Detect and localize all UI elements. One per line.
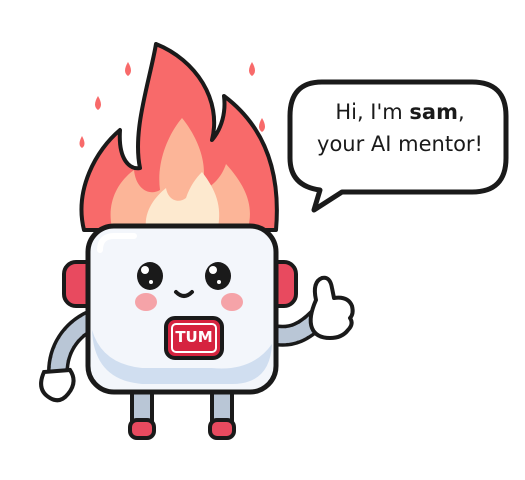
right-cheek: [221, 293, 243, 311]
drop-1: [125, 62, 131, 76]
flame-hair: [79, 42, 279, 232]
speech-line-2: your AI mentor!: [317, 132, 483, 156]
speech-line-1: Hi, I'm sam,: [300, 96, 500, 128]
greeting-text: Hi, I'm: [335, 100, 410, 124]
left-arm: [39, 309, 103, 403]
drop-2: [95, 96, 101, 110]
greeting-comma: ,: [457, 100, 465, 124]
robot-body: [85, 223, 279, 395]
mascot-illustration: [39, 42, 509, 440]
right-eye: [205, 262, 231, 290]
drop-4: [259, 118, 265, 132]
thumbs-up-hand: [308, 275, 355, 340]
left-cheek: [135, 293, 157, 311]
left-foot: [128, 418, 156, 440]
mentor-name: sam: [409, 100, 458, 124]
chest-logo-text: TUM: [175, 328, 213, 346]
left-eye: [137, 262, 163, 290]
drop-5: [79, 136, 85, 148]
illustration-canvas: Hi, I'm sam, your AI mentor! TUM: [0, 0, 525, 476]
right-foot: [208, 418, 236, 440]
left-hand: [39, 367, 76, 403]
speech-bubble-text: Hi, I'm sam, your AI mentor!: [300, 96, 500, 160]
drop-3: [249, 62, 255, 76]
